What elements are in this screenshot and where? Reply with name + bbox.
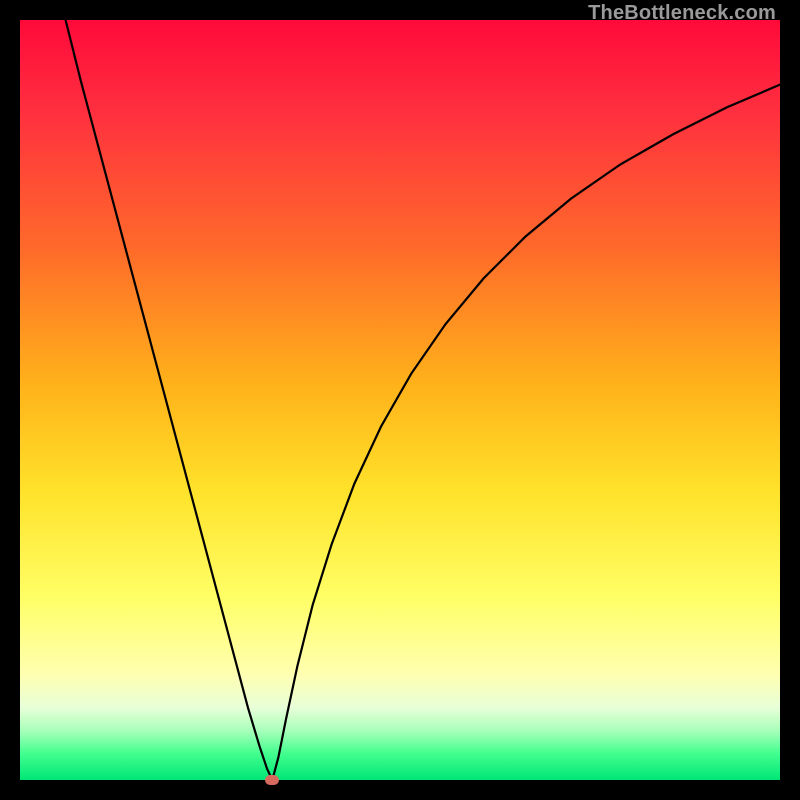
gradient-background xyxy=(20,20,780,780)
minimum-marker xyxy=(265,775,279,785)
watermark-text: TheBottleneck.com xyxy=(588,2,776,25)
chart-frame xyxy=(20,20,780,780)
bottleneck-chart xyxy=(20,20,780,780)
